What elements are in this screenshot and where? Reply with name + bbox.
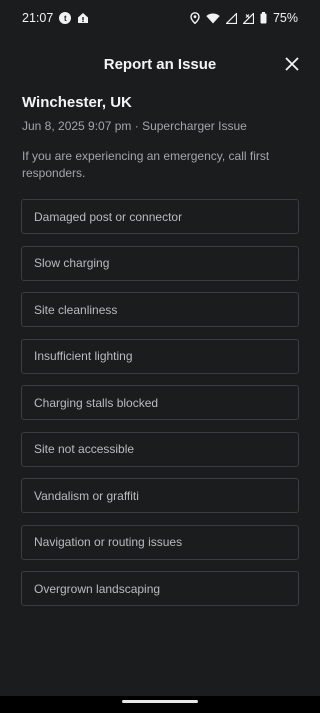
page-title: Report an Issue <box>103 55 217 73</box>
issue-option-overgrown-landscaping[interactable]: Overgrown landscaping <box>21 571 299 606</box>
issue-option-insufficient-lighting[interactable]: Insufficient lighting <box>21 338 299 374</box>
home-gesture-handle[interactable] <box>122 700 198 703</box>
option-label: Navigation or routing issues <box>34 535 183 549</box>
battery-icon <box>260 12 267 24</box>
home-alert-icon <box>77 12 89 24</box>
option-label: Damaged post or connector <box>34 209 183 224</box>
option-label: Overgrown landscaping <box>34 581 161 596</box>
status-bar: 21:07 t 75% <box>0 0 320 36</box>
option-label: Vandalism or graffiti <box>34 488 139 503</box>
close-icon <box>285 57 299 71</box>
issue-option-slow-charging[interactable]: Slow charging <box>21 245 299 281</box>
issue-option-damaged-post[interactable]: Damaged post or connector <box>21 199 299 234</box>
issue-option-vandalism[interactable]: Vandalism or graffiti <box>21 478 299 513</box>
location-icon <box>190 12 200 24</box>
issue-option-not-accessible[interactable]: Site not accessible <box>21 431 299 467</box>
battery-percent: 75% <box>272 11 298 25</box>
status-time: 21:07 <box>22 11 54 25</box>
option-label: Charging stalls blocked <box>34 395 159 410</box>
site-meta: Jun 8, 2025 9:07 pm · Supercharger Issue <box>22 119 247 133</box>
option-label: Slow charging <box>34 256 110 270</box>
site-location: Winchester, UK <box>22 94 132 111</box>
status-left: 21:07 t <box>22 11 89 25</box>
option-label: Insufficient lighting <box>34 349 133 363</box>
status-right: 75% <box>190 11 298 25</box>
header: Report an Issue <box>0 44 320 84</box>
emergency-notice: If you are experiencing an emergency, ca… <box>22 149 270 180</box>
app-t-icon: t <box>59 12 72 24</box>
close-button[interactable] <box>278 50 306 78</box>
issue-option-navigation[interactable]: Navigation or routing issues <box>21 524 299 560</box>
option-label: Site cleanliness <box>34 302 118 317</box>
navigation-bar <box>0 696 320 713</box>
wifi-icon <box>206 12 220 24</box>
issue-option-site-cleanliness[interactable]: Site cleanliness <box>21 292 299 327</box>
issue-options-list: Damaged post or connector Slow charging … <box>21 199 299 618</box>
report-issue-screen: 21:07 t 75% Report an Issue Winchester, … <box>0 0 320 713</box>
signal-icon <box>225 12 237 24</box>
issue-option-stalls-blocked[interactable]: Charging stalls blocked <box>21 385 299 420</box>
option-label: Site not accessible <box>34 442 135 456</box>
signal-x-icon <box>242 12 254 24</box>
